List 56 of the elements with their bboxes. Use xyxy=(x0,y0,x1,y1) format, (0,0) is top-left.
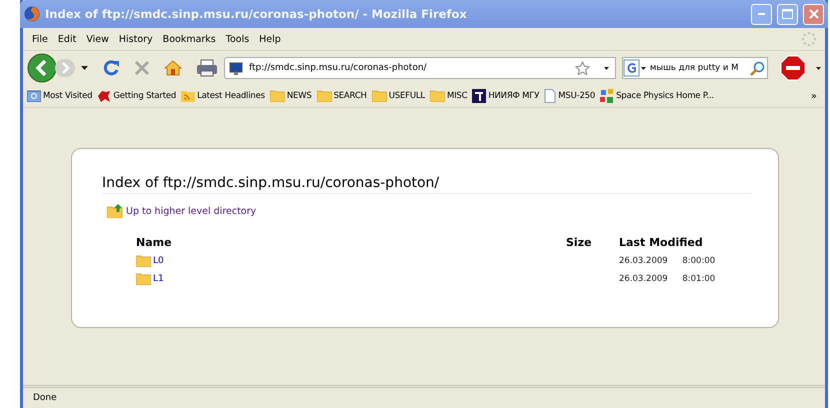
minimize-icon xyxy=(758,13,765,15)
search-icon[interactable] xyxy=(750,60,765,76)
reload-icon[interactable] xyxy=(102,59,120,77)
colored-squares-icon xyxy=(600,89,614,103)
maximize-button[interactable] xyxy=(777,4,798,24)
bookmark-item[interactable]: MISC xyxy=(430,90,468,102)
logo-icon xyxy=(472,89,486,103)
folder-up-icon xyxy=(107,204,123,218)
search-engine-icon[interactable] xyxy=(623,59,647,77)
star-icon[interactable] xyxy=(575,61,590,75)
menu-item[interactable]: Bookmarks xyxy=(158,34,221,44)
parent-directory-link[interactable]: Up to higher level directory xyxy=(107,204,256,218)
bookmark-item[interactable]: Most Visited xyxy=(27,90,92,102)
maximize-icon xyxy=(782,9,793,19)
status-text: Done xyxy=(33,393,57,403)
column-header: Last Modified xyxy=(619,236,704,249)
rss-folder-icon xyxy=(181,90,196,102)
page-heading: Index of ftp://smdc.sinp.msu.ru/coronas-photon/ xyxy=(102,175,752,194)
home-icon[interactable] xyxy=(164,60,182,76)
menu-item[interactable]: Tools xyxy=(220,34,254,44)
bookmark-item[interactable]: SEARCH xyxy=(316,90,367,102)
bookmark-item[interactable]: NEWS xyxy=(270,90,312,102)
search-field[interactable]: мышь для putty и M xyxy=(622,57,768,79)
menu-item[interactable]: File xyxy=(27,34,53,44)
dropdown-arrow-icon[interactable] xyxy=(81,66,88,70)
folder-link[interactable]: L1 xyxy=(136,273,566,285)
bookmark-item[interactable]: Getting Started xyxy=(97,90,176,102)
monitor-icon xyxy=(229,62,243,74)
modified-cell-text: 26.03.2009 8:01:00 xyxy=(619,274,716,284)
column-header: Size xyxy=(566,236,593,249)
bookmark-item[interactable]: НИИЯФ МГУ xyxy=(472,89,540,103)
more-bookmarks-button[interactable]: » xyxy=(810,90,821,102)
menu-item[interactable]: History xyxy=(114,34,158,44)
back-button[interactable] xyxy=(27,53,57,83)
menu-item[interactable]: Help xyxy=(254,34,286,44)
window-title: Index of ftp://smdc.sinp.msu.ru/coronas-photon/ - Mozilla Firefox xyxy=(45,7,468,21)
bookmark-item[interactable]: Latest Headlines xyxy=(181,90,265,102)
close-button[interactable] xyxy=(803,4,824,24)
adblock-icon[interactable] xyxy=(780,55,806,81)
modified-cell-text: 26.03.2009 8:00:00 xyxy=(619,256,716,266)
throbber-icon xyxy=(801,31,817,47)
page-icon xyxy=(544,89,556,103)
bookmark-item[interactable]: Space Physics Home P... xyxy=(600,89,714,103)
bookmark-item[interactable]: USEFULL xyxy=(372,90,425,102)
minimize-button[interactable] xyxy=(751,4,772,24)
menu-item[interactable]: View xyxy=(81,34,114,44)
close-icon xyxy=(808,9,818,19)
printer-icon[interactable] xyxy=(196,59,218,77)
folder-link[interactable]: L0 xyxy=(136,255,566,267)
dropdown-arrow-icon[interactable] xyxy=(604,66,609,70)
address-bar[interactable]: ftp://smdc.sinp.msu.ru/coronas-photon/ xyxy=(224,57,616,79)
bookmark-item[interactable]: MSU-250 xyxy=(544,89,596,103)
menu-item[interactable]: Edit xyxy=(52,34,82,44)
column-header: Name xyxy=(136,236,173,249)
dropdown-arrow-icon[interactable] xyxy=(816,66,821,70)
browser-logo-icon xyxy=(24,6,40,22)
